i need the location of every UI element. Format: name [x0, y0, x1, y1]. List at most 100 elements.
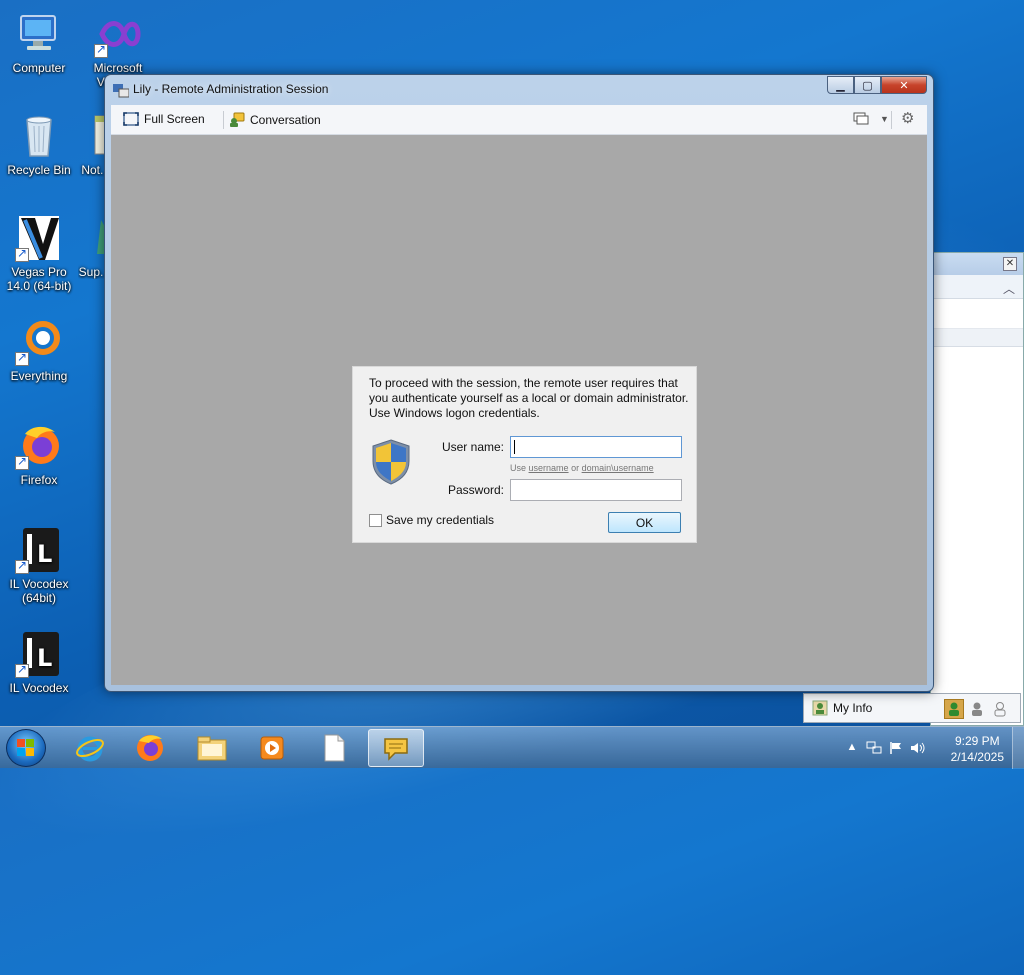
- desktop-icon-label: Firefox: [20, 473, 58, 487]
- toolbar-separator: [891, 111, 892, 129]
- hint-username: username: [528, 463, 569, 473]
- maximize-icon: ▢: [862, 79, 873, 92]
- taskbar-media-player[interactable]: [244, 729, 300, 767]
- desktop-icon-label: Vegas Pro 14.0 (64-bit): [6, 265, 72, 293]
- desktop-icon-label: Recycle Bin: [7, 163, 71, 177]
- username-hint: Use username or domain\username: [510, 463, 654, 473]
- svg-text:L: L: [37, 540, 52, 568]
- text-caret: [514, 440, 515, 454]
- conversation-label: Conversation: [250, 113, 321, 127]
- toolbar-separator: [223, 111, 224, 129]
- volume-icon[interactable]: [910, 741, 926, 755]
- file-explorer-icon: [197, 736, 227, 761]
- show-hidden-icons-button[interactable]: ▲: [844, 741, 860, 755]
- full-screen-label: Full Screen: [144, 112, 205, 126]
- display-select-button[interactable]: ▼: [853, 112, 889, 126]
- action-center-flag-icon[interactable]: [888, 741, 904, 755]
- user-icon: [949, 702, 959, 716]
- user-icon: [994, 702, 1006, 717]
- desktop-icon-everything[interactable]: Everything: [1, 318, 77, 383]
- chevron-up-icon[interactable]: ︿: [1003, 280, 1015, 297]
- taskbar-file-explorer[interactable]: [184, 729, 240, 767]
- remote-session-icon: [113, 84, 129, 98]
- everything-icon: [15, 318, 63, 366]
- windows-logo-icon: [17, 739, 34, 756]
- maximize-button[interactable]: ▢: [854, 76, 881, 94]
- hint-or: or: [571, 463, 580, 473]
- remote-screen-area: To proceed with the session, the remote …: [111, 135, 927, 685]
- authentication-dialog: To proceed with the session, the remote …: [352, 366, 697, 543]
- computer-icon: [15, 10, 63, 58]
- side-panel-row: [931, 329, 1023, 347]
- minimize-button[interactable]: ▁: [827, 76, 854, 94]
- my-info-button[interactable]: My Info: [812, 700, 872, 716]
- desktop-icon-label: IL Vocodex (64bit): [9, 577, 69, 605]
- taskbar-internet-explorer[interactable]: [62, 729, 118, 767]
- network-icon[interactable]: [866, 741, 882, 755]
- system-clock[interactable]: 9:29 PM 2/14/2025: [951, 733, 1004, 765]
- status-online-button[interactable]: [944, 699, 964, 719]
- desktop-icon-label: IL Vocodex: [9, 681, 69, 695]
- remote-session-window: Lily - Remote Administration Session ▁ ▢…: [104, 74, 934, 692]
- close-icon: ✕: [899, 79, 909, 92]
- start-button[interactable]: [6, 729, 46, 767]
- desktop-icon-il-vocodex[interactable]: L IL Vocodex: [1, 630, 77, 695]
- desktop-icon-firefox[interactable]: Firefox: [1, 422, 77, 487]
- password-input[interactable]: [510, 479, 682, 501]
- side-panel-header: ︿: [931, 275, 1023, 299]
- taskbar-firefox[interactable]: [122, 729, 178, 767]
- side-panel-titlebar: ✕: [931, 253, 1023, 275]
- window-titlebar[interactable]: Lily - Remote Administration Session ▁ ▢…: [105, 75, 933, 103]
- desktop-icon-label: Everything: [10, 369, 68, 383]
- username-label: User name:: [441, 440, 504, 454]
- vegas-pro-icon: [15, 214, 63, 262]
- username-input[interactable]: [510, 436, 682, 458]
- close-button[interactable]: ✕: [881, 76, 927, 94]
- document-icon: [324, 734, 345, 762]
- session-toolbar: Full Screen Conversation ▼ ⚙: [111, 105, 927, 135]
- firefox-icon: [137, 735, 163, 761]
- side-panel-close-button[interactable]: ✕: [1003, 257, 1017, 271]
- monitor-icon: [853, 112, 869, 125]
- security-shield-icon: [372, 439, 410, 485]
- conversation-icon: [230, 112, 245, 127]
- ok-button[interactable]: OK: [608, 512, 681, 533]
- desktop-icon-vegas-pro[interactable]: Vegas Pro 14.0 (64-bit): [1, 214, 77, 293]
- taskbar-document[interactable]: [306, 729, 362, 767]
- status-away-button[interactable]: [967, 699, 987, 719]
- show-desktop-button[interactable]: [1012, 727, 1024, 769]
- my-info-label: My Info: [833, 701, 873, 715]
- settings-button[interactable]: ⚙: [901, 111, 914, 126]
- checkbox-box[interactable]: [369, 513, 382, 527]
- hint-domain-username: domain\username: [581, 463, 654, 473]
- full-screen-button[interactable]: Full Screen: [123, 112, 205, 126]
- window-title: Lily - Remote Administration Session: [133, 82, 329, 96]
- firefox-icon: [15, 422, 63, 470]
- save-credentials-label: Save my credentials: [386, 513, 495, 527]
- contact-icon: [812, 700, 828, 716]
- taskbar-messenger[interactable]: [368, 729, 424, 767]
- messenger-icon: [384, 738, 408, 761]
- side-panel: ✕ ︿: [930, 252, 1024, 726]
- minimize-icon: ▁: [836, 79, 845, 92]
- system-tray: ▲ 9:29 PM 2/14/2025: [834, 727, 1024, 769]
- desktop-icon-computer[interactable]: Computer: [1, 10, 77, 75]
- my-info-bar: My Info: [803, 693, 1021, 723]
- media-player-icon: [260, 736, 284, 760]
- hint-prefix: Use: [510, 463, 527, 473]
- user-icon: [972, 702, 982, 716]
- desktop-icon-il-vocodex-64[interactable]: L IL Vocodex (64bit): [1, 526, 77, 605]
- recycle-bin-icon: [15, 112, 63, 160]
- svg-text:L: L: [37, 644, 52, 672]
- full-screen-icon: [123, 112, 139, 126]
- side-panel-row: [931, 299, 1023, 329]
- il-vocodex-icon: L: [15, 526, 63, 574]
- desktop-icon-recycle-bin[interactable]: Recycle Bin: [1, 112, 77, 177]
- save-credentials-checkbox[interactable]: Save my credentials: [369, 513, 494, 527]
- status-offline-button[interactable]: [990, 699, 1010, 719]
- internet-explorer-icon: [76, 736, 104, 762]
- authentication-message: To proceed with the session, the remote …: [369, 376, 689, 420]
- il-vocodex-icon: L: [15, 630, 63, 678]
- conversation-button[interactable]: Conversation: [229, 112, 321, 128]
- clock-date: 2/14/2025: [950, 750, 1004, 764]
